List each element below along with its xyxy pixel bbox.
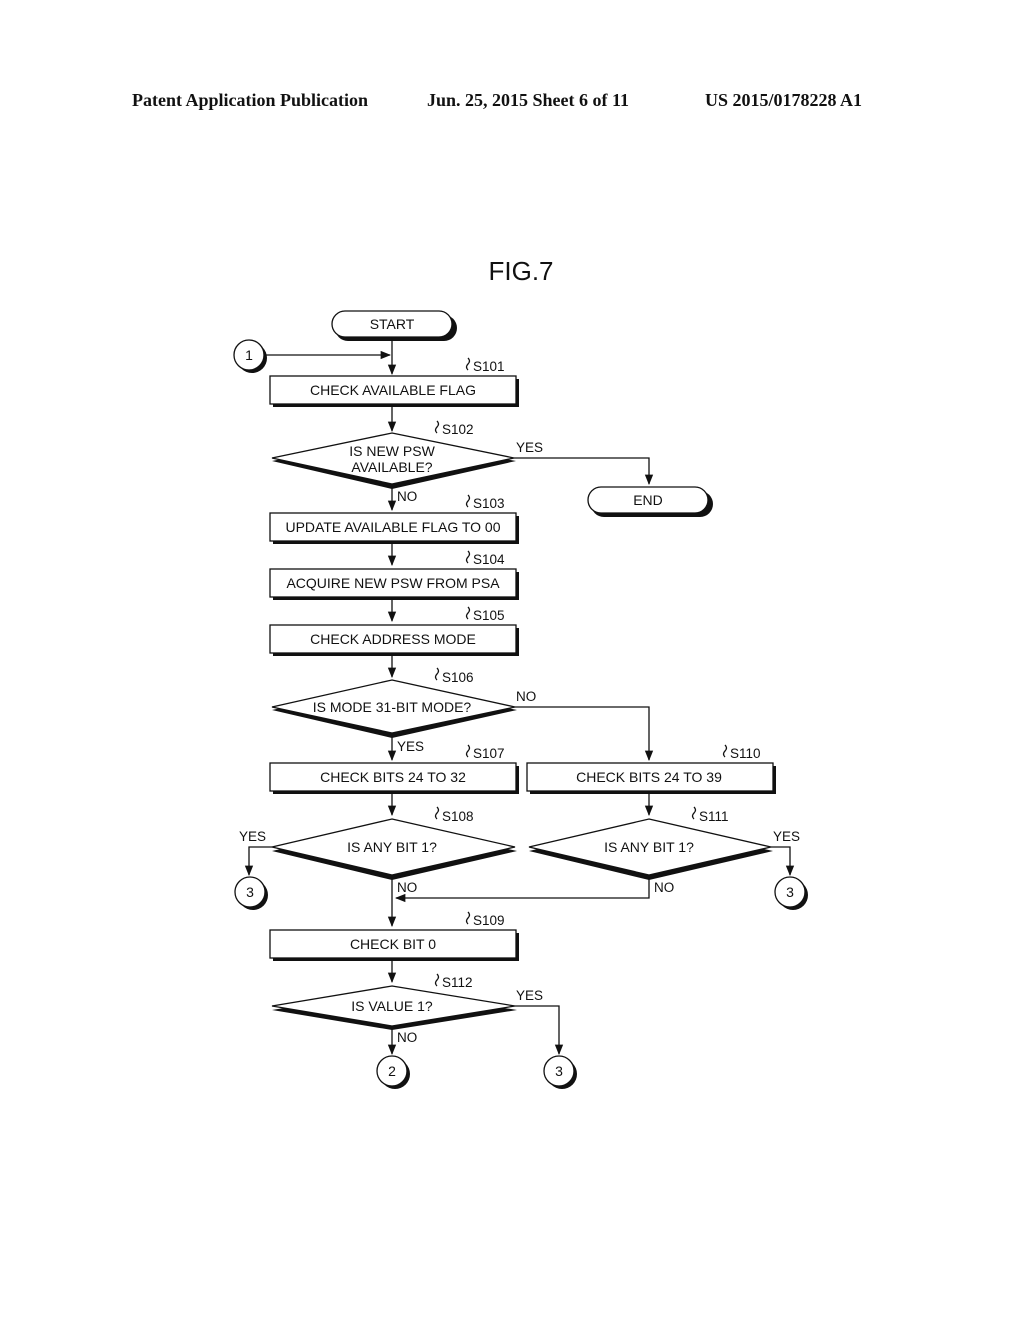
decision-s108-text: IS ANY BIT 1? <box>347 839 437 855</box>
s111-no-label: NO <box>654 880 674 895</box>
decision-s106-text: IS MODE 31-BIT MODE? <box>313 699 472 715</box>
s102-yes-label: YES <box>516 440 543 455</box>
decision-s111-text: IS ANY BIT 1? <box>604 839 694 855</box>
step-s104: ACQUIRE NEW PSW FROM PSA S104 <box>269 550 519 600</box>
step-s104-text: ACQUIRE NEW PSW FROM PSA <box>286 575 500 591</box>
step-s109-id: S109 <box>473 913 505 928</box>
s106-leader <box>434 667 440 681</box>
arrow-s111-no-merge <box>394 877 650 903</box>
step-s107-text: CHECK BITS 24 TO 32 <box>320 769 466 785</box>
step-s107: CHECK BITS 24 TO 32 S107 <box>269 744 519 794</box>
s112-leader <box>434 973 440 987</box>
connector-3-left-label: 3 <box>246 884 254 900</box>
step-s110-id: S110 <box>730 746 761 761</box>
step-s103-text: UPDATE AVAILABLE FLAG TO 00 <box>285 519 500 535</box>
s102-leader <box>434 420 440 434</box>
s108-no-label: NO <box>397 880 417 895</box>
s106-yes-label: YES <box>397 739 424 754</box>
s111-leader <box>691 806 697 820</box>
decision-s112: IS VALUE 1? S112 <box>271 973 517 1030</box>
step-s104-id: S104 <box>473 552 505 567</box>
decision-s111: IS ANY BIT 1? S111 <box>528 806 773 880</box>
decision-s102-line2: AVAILABLE? <box>351 459 432 475</box>
start-terminal: START <box>331 310 457 341</box>
connector-3-left: 3 <box>234 876 268 910</box>
start-label: START <box>370 316 415 332</box>
s101-leader <box>465 357 471 371</box>
connector-1-label: 1 <box>245 347 253 363</box>
s109-leader <box>465 911 471 925</box>
arrow-s102-yes-to-end <box>514 457 654 486</box>
connector-3-bottom-label: 3 <box>555 1063 563 1079</box>
s108-yes-label: YES <box>239 829 266 844</box>
step-s101: CHECK AVAILABLE FLAG S101 <box>269 357 519 407</box>
arrow-s111-yes-to-connector-3 <box>771 846 795 877</box>
s107-leader <box>465 744 471 758</box>
s110-leader <box>722 744 728 758</box>
step-s110: CHECK BITS 24 TO 39 S110 <box>526 744 776 794</box>
step-s110-text: CHECK BITS 24 TO 39 <box>576 769 722 785</box>
end-terminal: END <box>587 486 713 517</box>
s106-no-label: NO <box>516 689 536 704</box>
connector-3-right-label: 3 <box>786 884 794 900</box>
decision-s108-id: S108 <box>442 809 474 824</box>
s105-leader <box>465 606 471 620</box>
connector-2-label: 2 <box>388 1063 396 1079</box>
decision-s106-id: S106 <box>442 670 474 685</box>
s111-yes-label: YES <box>773 829 800 844</box>
decision-s112-id: S112 <box>442 975 473 990</box>
s112-yes-label: YES <box>516 988 543 1003</box>
step-s103: UPDATE AVAILABLE FLAG TO 00 S103 <box>269 494 519 544</box>
step-s105: CHECK ADDRESS MODE S105 <box>269 606 519 656</box>
step-s109: CHECK BIT 0 S109 <box>269 911 519 961</box>
connector-1: 1 <box>233 339 267 373</box>
s104-leader <box>465 550 471 564</box>
step-s107-id: S107 <box>473 746 505 761</box>
step-s105-id: S105 <box>473 608 505 623</box>
decision-s102: IS NEW PSW AVAILABLE? S102 <box>271 420 516 489</box>
s102-no-label: NO <box>397 489 417 504</box>
step-s101-text: CHECK AVAILABLE FLAG <box>310 382 476 398</box>
connector-3-bottom: 3 <box>543 1055 577 1089</box>
s108-leader <box>434 806 440 820</box>
end-label: END <box>633 492 663 508</box>
arrow-s106-no-to-s110 <box>515 706 654 762</box>
step-s105-text: CHECK ADDRESS MODE <box>310 631 476 647</box>
s112-no-label: NO <box>397 1030 417 1045</box>
step-s103-id: S103 <box>473 496 505 511</box>
arrow-s108-yes-to-connector-3 <box>244 846 272 877</box>
decision-s112-text: IS VALUE 1? <box>351 998 433 1014</box>
decision-s111-id: S111 <box>699 809 729 824</box>
s103-leader <box>465 494 471 508</box>
step-s109-text: CHECK BIT 0 <box>350 936 436 952</box>
connector-3-right: 3 <box>774 876 808 910</box>
connector-2: 2 <box>376 1055 410 1089</box>
arrow-s112-yes-to-connector-3 <box>515 1005 564 1056</box>
decision-s102-id: S102 <box>442 422 474 437</box>
flowchart: START 1 CHECK AVAILABLE FLAG S101 IS NEW… <box>233 310 808 1089</box>
decision-s102-line1: IS NEW PSW <box>349 443 435 459</box>
step-s101-id: S101 <box>473 359 505 374</box>
decision-s108: IS ANY BIT 1? S108 <box>271 806 517 880</box>
decision-s106: IS MODE 31-BIT MODE? S106 <box>271 667 517 738</box>
